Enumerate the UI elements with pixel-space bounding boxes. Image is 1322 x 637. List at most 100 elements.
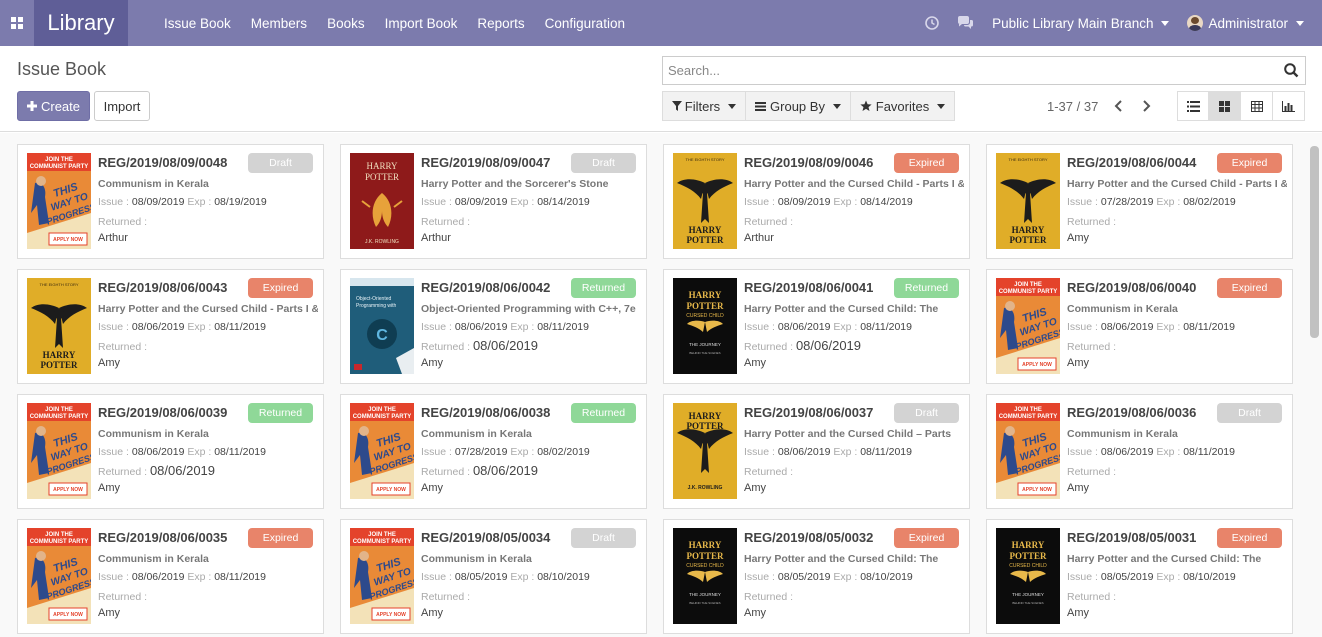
kanban-card[interactable]: HARRY POTTER CURSED CHILD THE JOURNEY BEHIND… (663, 269, 970, 384)
menu-item-configuration[interactable]: Configuration (545, 16, 625, 31)
kanban-card[interactable]: THE EIGHTH STORY HARRY POTTER REG/2019/08/… (663, 144, 970, 259)
control-panel: Issue Book Create Import Search... Filte… (0, 46, 1322, 132)
kanban-card[interactable]: JOIN THE COMMUNIST PARTY THIS WAY TO PROGRES… (340, 519, 647, 634)
search-input[interactable]: Search... (662, 56, 1306, 85)
create-button[interactable]: Create (17, 91, 90, 121)
issue-date: 07/28/2019 (1100, 196, 1154, 208)
menu-item-issue-book[interactable]: Issue Book (164, 16, 231, 31)
issue-reference: REG/2019/08/06/0039 (98, 405, 228, 420)
book-title: Harry Potter and the Cursed Child - Part… (98, 303, 318, 315)
import-button[interactable]: Import (94, 91, 150, 121)
book-cover-image: HARRY POTTER CURSED CHILD THE JOURNEY BEHIND… (673, 528, 737, 624)
returned-label: Returned : (98, 591, 148, 603)
returned-date: 08/06/2019 (472, 463, 539, 478)
kanban-card[interactable]: THE EIGHTH STORY HARRY POTTER REG/2019/08/… (986, 144, 1293, 259)
exp-label: Exp : (187, 446, 212, 458)
kanban-card[interactable]: JOIN THE COMMUNIST PARTY THIS WAY TO PROGRES… (986, 394, 1293, 509)
svg-text:COMMUNIST PARTY: COMMUNIST PARTY (353, 539, 412, 545)
book-cover-image: Object-Oriented Programming with C (350, 278, 414, 374)
book-title: Communism in Kerala (421, 553, 532, 565)
status-badge: Expired (894, 153, 959, 173)
menu-item-import-book[interactable]: Import Book (385, 16, 458, 31)
svg-text:HARRY: HARRY (689, 540, 722, 550)
member-name: Amy (98, 607, 120, 619)
activity-clock-icon[interactable] (925, 16, 939, 30)
svg-text:JOIN THE: JOIN THE (45, 157, 73, 163)
returned-label: Returned : (421, 591, 471, 603)
branch-selector[interactable]: Public Library Main Branch (992, 16, 1170, 31)
issue-label: Issue : (744, 446, 775, 458)
status-badge: Returned (894, 278, 959, 298)
issue-reference: REG/2019/08/06/0036 (1067, 405, 1197, 420)
svg-text:POTTER: POTTER (1009, 235, 1047, 245)
svg-text:HARRY: HARRY (1012, 540, 1045, 550)
menu-item-reports[interactable]: Reports (477, 16, 524, 31)
kanban-card[interactable]: HARRY POTTER CURSED CHILD THE JOURNEY BEHIND… (986, 519, 1293, 634)
messages-chat-icon[interactable] (957, 16, 974, 30)
chevron-left-icon[interactable] (1114, 100, 1124, 112)
menu-item-members[interactable]: Members (251, 16, 307, 31)
chevron-down-icon (937, 103, 946, 109)
app-brand[interactable]: Library (34, 0, 128, 46)
filters-button[interactable]: Filters (662, 91, 746, 121)
pager-value[interactable]: 1-37 / 37 (1047, 99, 1098, 114)
returned-row: Returned : (421, 213, 470, 228)
member-name: Arthur (421, 232, 451, 244)
svg-text:THE JOURNEY: THE JOURNEY (689, 592, 721, 597)
user-menu[interactable]: Administrator (1187, 15, 1304, 31)
issue-date: 08/06/2019 (131, 446, 185, 458)
kanban-card[interactable]: JOIN THE COMMUNIST PARTY THIS WAY TO PROGRES… (340, 394, 647, 509)
issue-date: 08/06/2019 (777, 446, 831, 458)
issue-label: Issue : (744, 321, 775, 333)
book-cover-image: THE EIGHTH STORY HARRY POTTER (673, 153, 737, 249)
svg-text:COMMUNIST PARTY: COMMUNIST PARTY (999, 289, 1058, 295)
returned-date: 08/06/2019 (149, 463, 216, 478)
kanban-card[interactable]: JOIN THE COMMUNIST PARTY THIS WAY TO PROGRES… (17, 144, 324, 259)
issue-date: 08/05/2019 (454, 571, 508, 583)
exp-label: Exp : (1156, 571, 1181, 583)
kanban-card[interactable]: THE EIGHTH STORY HARRY POTTER REG/2019/08/… (17, 269, 324, 384)
issue-label: Issue : (98, 196, 129, 208)
member-name: Amy (421, 607, 443, 619)
exp-label: Exp : (1156, 321, 1181, 333)
menu-item-books[interactable]: Books (327, 16, 365, 31)
book-title: Communism in Kerala (1067, 428, 1178, 440)
status-badge: Returned (571, 278, 636, 298)
svg-text:APPLY NOW: APPLY NOW (1022, 362, 1052, 368)
pivot-view-button[interactable] (1240, 91, 1273, 121)
book-cover-image: THE EIGHTH STORY HARRY POTTER (996, 153, 1060, 249)
kanban-view-button[interactable] (1208, 91, 1241, 121)
kanban-card[interactable]: JOIN THE COMMUNIST PARTY THIS WAY TO PROGRES… (17, 394, 324, 509)
list-view-button[interactable] (1177, 91, 1210, 121)
group-by-button[interactable]: Group By (745, 91, 851, 121)
favorites-label: Favorites (875, 98, 930, 114)
book-cover-image: JOIN THE COMMUNIST PARTY THIS WAY TO PROGRES… (27, 153, 91, 249)
svg-text:APPLY NOW: APPLY NOW (53, 237, 83, 243)
exp-label: Exp : (510, 571, 535, 583)
apps-menu-icon[interactable] (0, 0, 34, 46)
returned-row: Returned : 08/06/2019 (421, 338, 538, 353)
kanban-card[interactable]: HARRY POTTER CURSED CHILD THE JOURNEY BEHIND… (663, 519, 970, 634)
kanban-card[interactable]: JOIN THE COMMUNIST PARTY THIS WAY TO PROGRES… (986, 269, 1293, 384)
kanban-card[interactable]: Object-Oriented Programming with C REG/201… (340, 269, 647, 384)
returned-row: Returned : (1067, 588, 1116, 603)
member-name: Amy (98, 357, 120, 369)
issue-dates: Issue : 07/28/2019 Exp : 08/02/2019 (421, 446, 590, 458)
search-icon[interactable] (1284, 63, 1299, 78)
search-placeholder: Search... (668, 63, 721, 78)
favorites-button[interactable]: Favorites (850, 91, 955, 121)
issue-reference: REG/2019/08/09/0046 (744, 155, 874, 170)
member-name: Amy (1067, 357, 1089, 369)
member-name: Amy (421, 482, 443, 494)
issue-label: Issue : (744, 571, 775, 583)
kanban-card[interactable]: HARRY POTTER J.K. ROWLING REG/2019/08/06/0… (663, 394, 970, 509)
issue-date: 08/06/2019 (131, 571, 185, 583)
kanban-card[interactable]: HARRY POTTER J.K. ROWLING REG/2019/08/09/0… (340, 144, 647, 259)
scrollbar-thumb[interactable] (1310, 146, 1319, 338)
chevron-right-icon[interactable] (1141, 100, 1151, 112)
member-name: Amy (98, 482, 120, 494)
graph-view-button[interactable] (1272, 91, 1305, 121)
issue-dates: Issue : 08/09/2019 Exp : 08/14/2019 (744, 196, 913, 208)
book-title: Harry Potter and the Cursed Child - Part… (1067, 178, 1287, 190)
kanban-card[interactable]: JOIN THE COMMUNIST PARTY THIS WAY TO PROGRES… (17, 519, 324, 634)
